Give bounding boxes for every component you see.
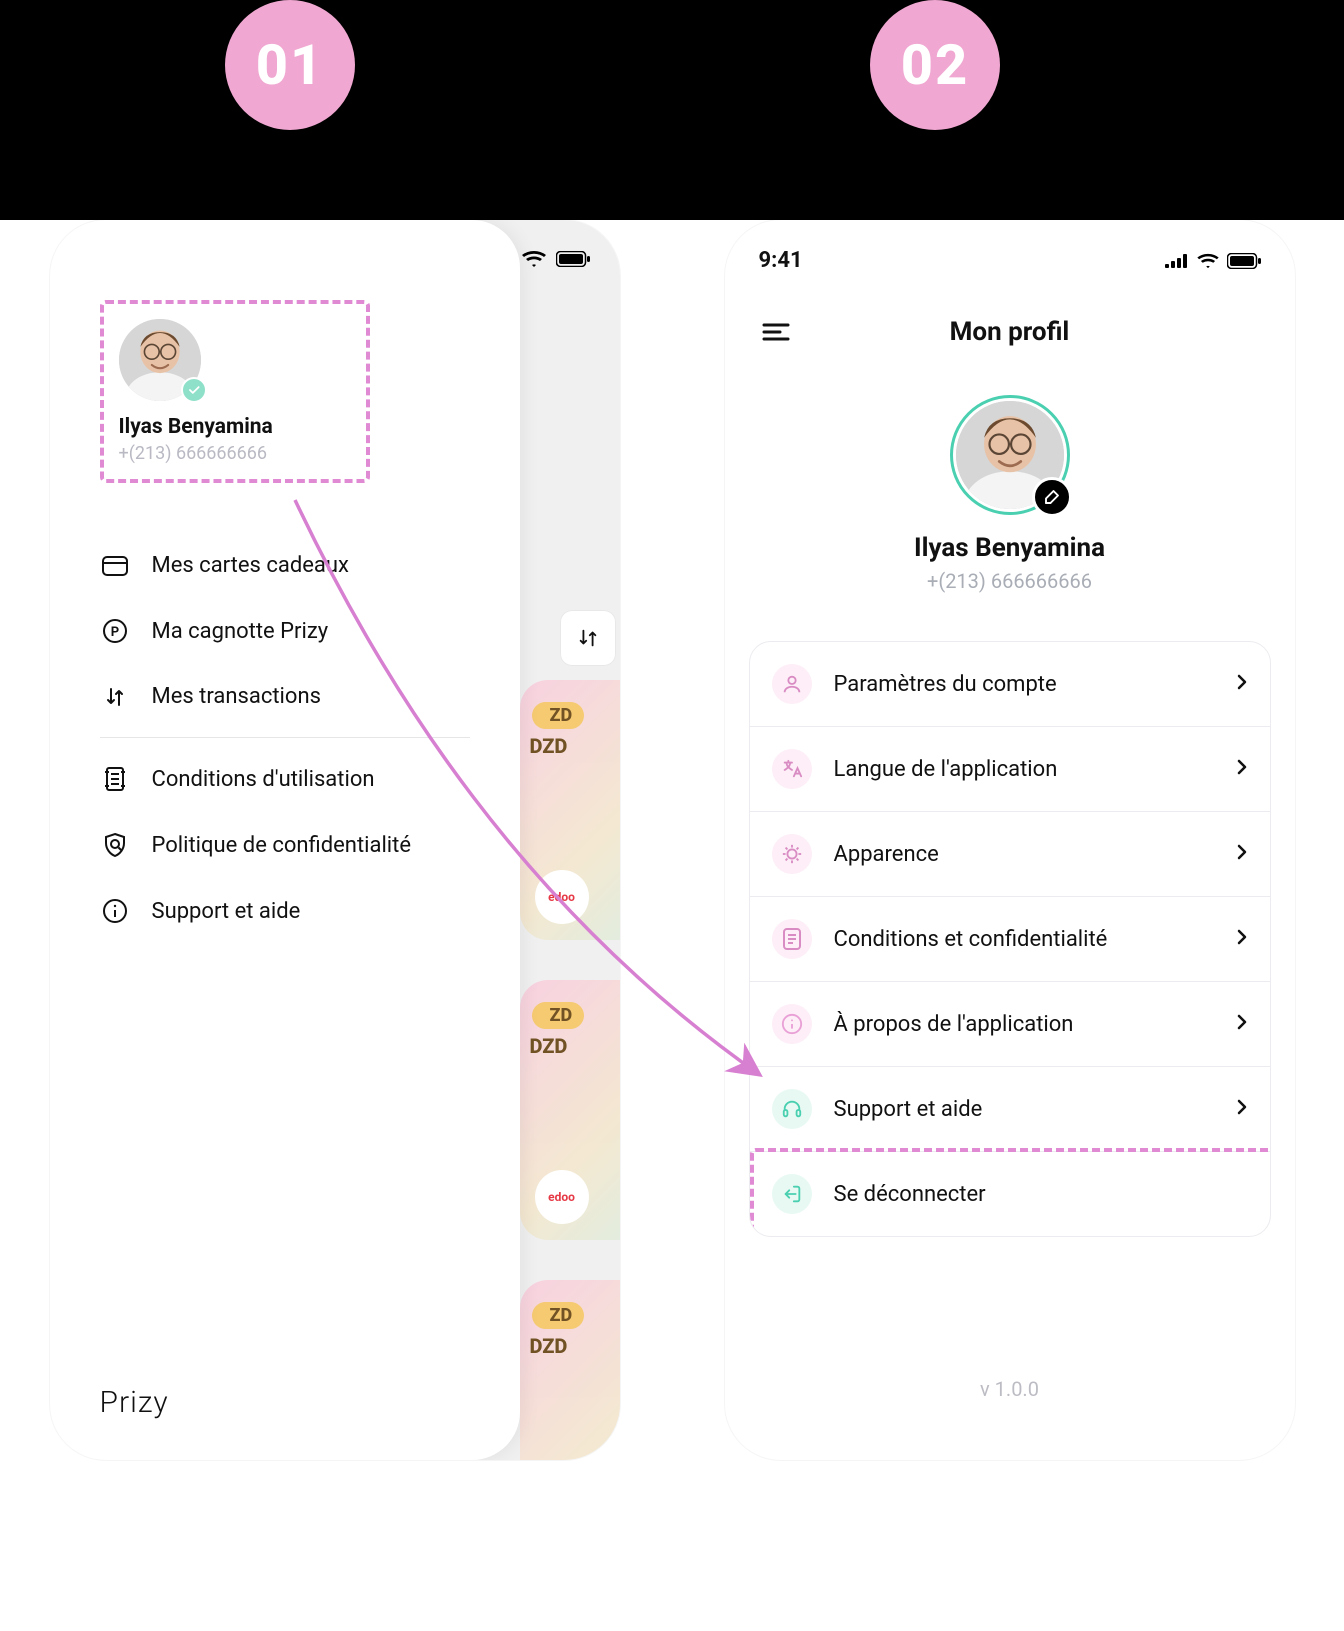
svg-text:P: P xyxy=(110,625,118,640)
side-drawer: Ilyas Benyamina +(213) 666666666 Mes car… xyxy=(50,220,520,1460)
chevron-right-icon xyxy=(1236,673,1248,695)
user-icon xyxy=(772,664,812,704)
settings-conditions[interactable]: Conditions et confidentialité xyxy=(750,896,1270,981)
info-icon xyxy=(772,1004,812,1044)
document-icon xyxy=(100,766,130,792)
divider xyxy=(100,737,470,738)
settings-label: À propos de l'application xyxy=(834,1012,1214,1037)
gift-card-preview[interactable]: ZD DZD xyxy=(520,1280,620,1460)
nav-terms[interactable]: Conditions d'utilisation xyxy=(100,746,470,812)
headset-icon xyxy=(772,1089,812,1129)
sort-toggle-button[interactable] xyxy=(560,610,616,666)
settings-list: Paramètres du compte Langue de l'applica… xyxy=(749,641,1271,1237)
settings-logout[interactable]: Se déconnecter xyxy=(750,1151,1270,1236)
brand-chip: edoo xyxy=(535,1170,589,1224)
sort-icon xyxy=(577,627,599,649)
card-currency: DZD xyxy=(530,734,568,758)
profile-hero: Ilyas Benyamina +(213) 666666666 xyxy=(725,365,1295,617)
status-time: 9:41 xyxy=(759,248,803,273)
settings-label: Langue de l'application xyxy=(834,757,1214,782)
card-currency: DZD xyxy=(530,1034,568,1058)
settings-about[interactable]: À propos de l'application xyxy=(750,981,1270,1066)
chevron-right-icon xyxy=(1236,1098,1248,1120)
verified-badge-icon xyxy=(181,377,207,403)
profile-link-highlight[interactable]: Ilyas Benyamina +(213) 666666666 xyxy=(100,300,370,483)
nav-label: Mes cartes cadeaux xyxy=(152,553,349,578)
wifi-icon xyxy=(522,250,546,268)
menu-icon xyxy=(762,322,790,342)
settings-language[interactable]: Langue de l'application xyxy=(750,726,1270,811)
profile-name: Ilyas Benyamina xyxy=(119,415,351,439)
chevron-right-icon xyxy=(1236,1013,1248,1035)
card-currency: DZD xyxy=(530,1334,568,1358)
nav-transactions[interactable]: Mes transactions xyxy=(100,664,470,729)
profile-phone: +(213) 666666666 xyxy=(927,569,1092,593)
logout-icon xyxy=(772,1174,812,1214)
nav-label: Conditions d'utilisation xyxy=(152,767,375,792)
settings-label: Apparence xyxy=(834,842,1214,867)
screen-header: Mon profil xyxy=(725,273,1295,365)
edit-icon xyxy=(1043,488,1061,506)
nav-support[interactable]: Support et aide xyxy=(100,878,470,944)
phone-screen-1: ZD DZD edoo ZD DZD edoo ZD DZD xyxy=(50,220,620,1460)
brand-logo: Prizy xyxy=(100,1385,470,1430)
nav-privacy[interactable]: Politique de confidentialité xyxy=(100,812,470,878)
nav-wallet[interactable]: P Ma cagnotte Prizy xyxy=(100,598,470,664)
step-badge-02: 02 xyxy=(870,0,1000,130)
language-icon xyxy=(772,749,812,789)
shield-icon xyxy=(100,832,130,858)
nav-gift-cards[interactable]: Mes cartes cadeaux xyxy=(100,533,470,598)
transactions-icon xyxy=(100,685,130,709)
chevron-right-icon xyxy=(1236,758,1248,780)
settings-account[interactable]: Paramètres du compte xyxy=(750,642,1270,726)
edit-profile-button[interactable] xyxy=(1032,477,1072,517)
nav-label: Politique de confidentialité xyxy=(152,833,412,858)
settings-label: Conditions et confidentialité xyxy=(834,927,1214,952)
profile-name: Ilyas Benyamina xyxy=(914,533,1105,563)
profile-phone: +(213) 666666666 xyxy=(119,443,351,464)
step-badge-01: 01 xyxy=(225,0,355,130)
info-icon xyxy=(100,898,130,924)
settings-support[interactable]: Support et aide xyxy=(750,1066,1270,1151)
card-tag: ZD xyxy=(532,1302,585,1329)
phone-screen-2: 9:41 Mon profil Ilyas Benyamin xyxy=(725,220,1295,1460)
chevron-right-icon xyxy=(1236,843,1248,865)
card-tag: ZD xyxy=(532,1002,585,1029)
chevron-right-icon xyxy=(1236,928,1248,950)
battery-icon xyxy=(1227,253,1261,269)
nav-label: Mes transactions xyxy=(152,684,321,709)
page-title: Mon profil xyxy=(725,317,1295,347)
wallet-icon: P xyxy=(100,618,130,644)
cellular-icon xyxy=(1165,254,1189,268)
document-icon xyxy=(772,919,812,959)
card-icon xyxy=(100,556,130,576)
settings-label: Se déconnecter xyxy=(834,1182,1248,1207)
status-bar: 9:41 xyxy=(725,220,1295,273)
settings-appearance[interactable]: Apparence xyxy=(750,811,1270,896)
brand-chip: edoo xyxy=(535,870,589,924)
battery-icon xyxy=(556,251,590,267)
nav-label: Ma cagnotte Prizy xyxy=(152,619,329,644)
card-tag: ZD xyxy=(532,702,585,729)
settings-label: Paramètres du compte xyxy=(834,672,1214,697)
appearance-icon xyxy=(772,834,812,874)
settings-label: Support et aide xyxy=(834,1097,1214,1122)
app-version: v 1.0.0 xyxy=(725,1377,1295,1401)
wifi-icon xyxy=(1197,253,1219,269)
page-dark-banner xyxy=(0,0,1344,220)
status-bar-right xyxy=(522,250,590,268)
nav-label: Support et aide xyxy=(152,899,301,924)
menu-button[interactable] xyxy=(753,309,799,355)
